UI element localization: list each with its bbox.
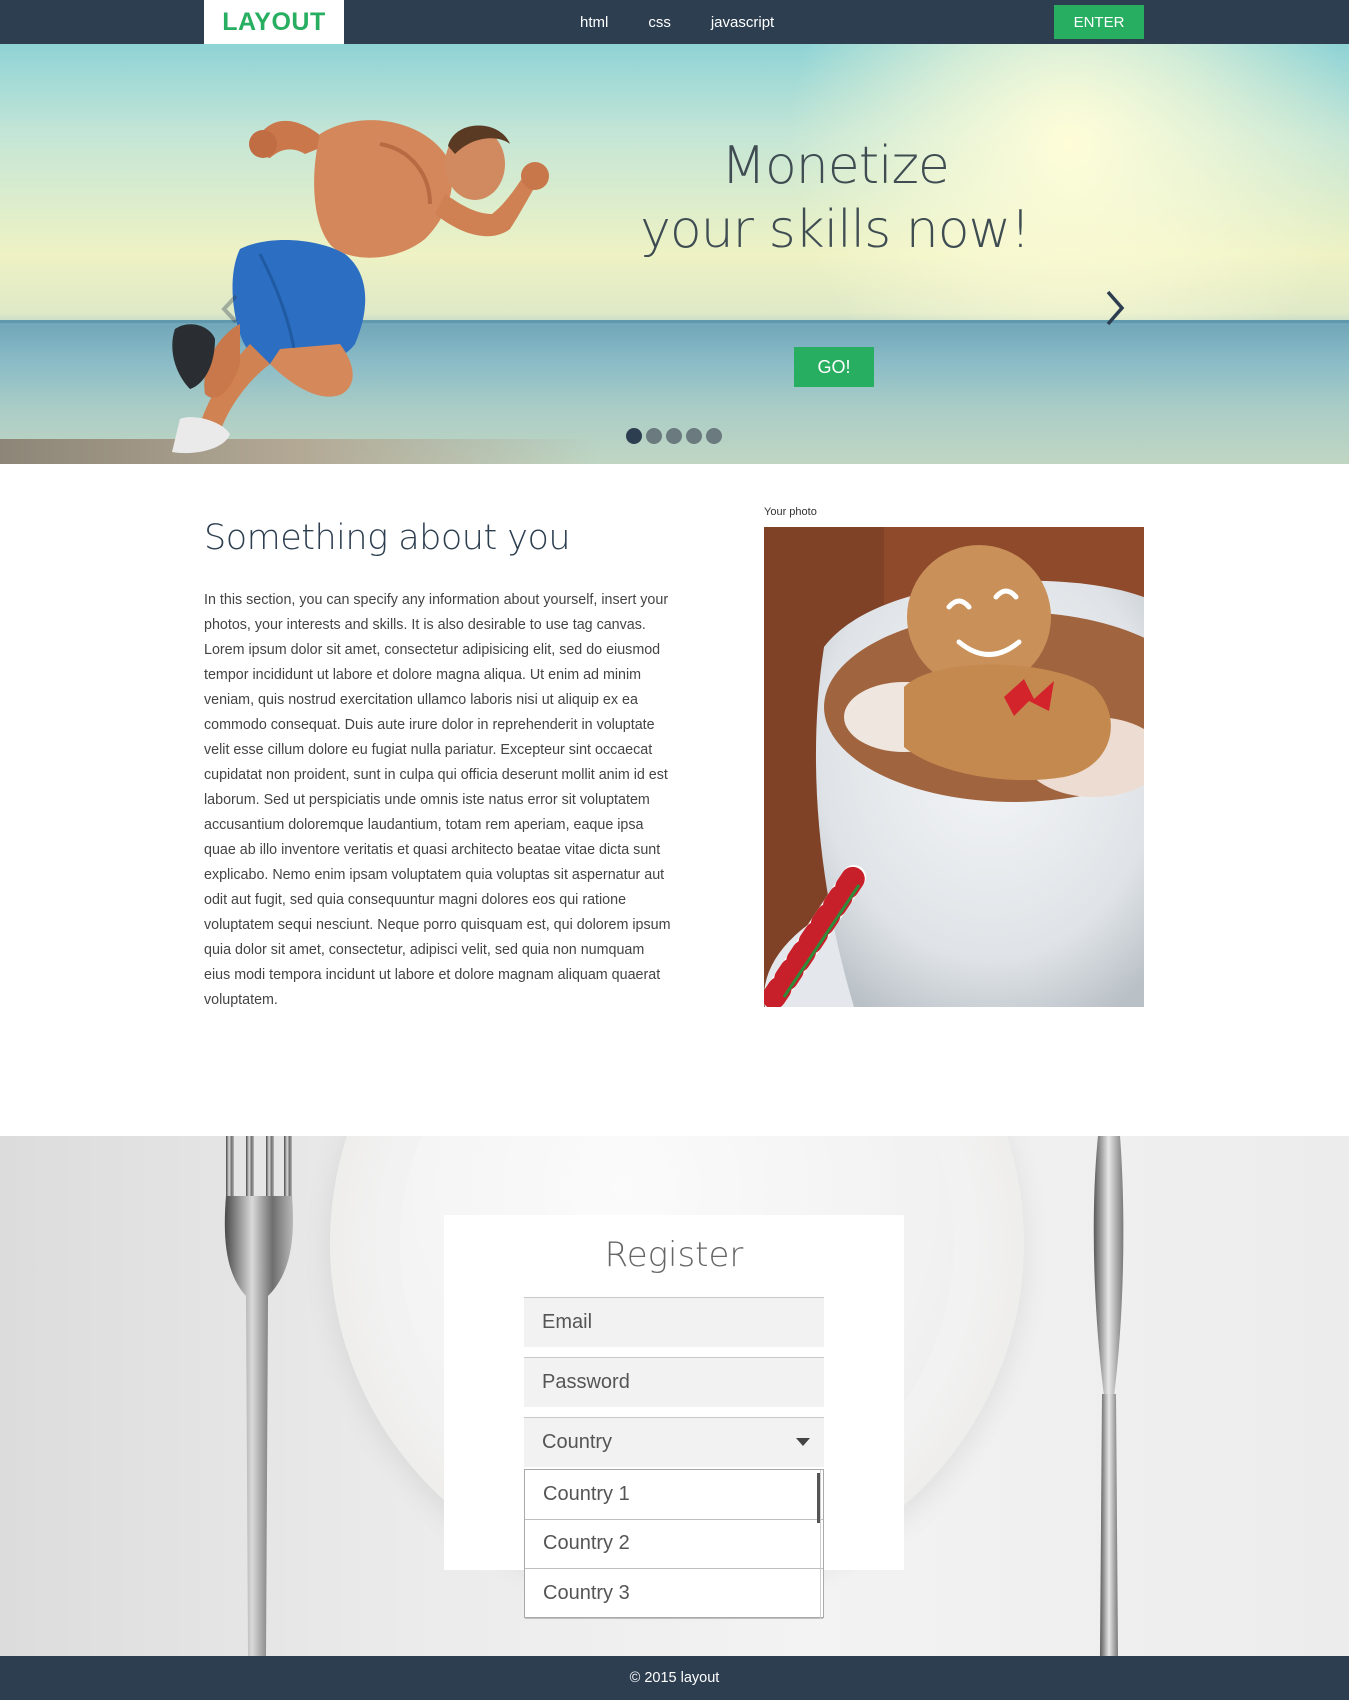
user-photo — [764, 527, 1144, 1007]
slider-dot[interactable] — [706, 428, 722, 444]
hero-headline-line1: Monetize — [721, 136, 950, 196]
register-title: Register — [604, 1235, 744, 1275]
chevron-right-icon[interactable] — [1102, 288, 1130, 328]
password-field[interactable]: Password — [524, 1357, 824, 1407]
country-select[interactable]: Country — [524, 1417, 824, 1467]
slider-dots — [626, 428, 722, 444]
hero-slider: Monetize your skills now! GO! — [0, 44, 1349, 464]
country-option[interactable]: Country 2 — [525, 1520, 823, 1569]
photo-label: Your photo — [764, 506, 817, 518]
main-nav: html css javascript — [560, 0, 794, 44]
country-dropdown-list: Country 1 Country 2 Country 3 — [524, 1469, 824, 1619]
knife-image — [1093, 1136, 1124, 1656]
go-button[interactable]: GO! — [794, 347, 874, 387]
caret-down-icon — [796, 1438, 810, 1446]
hero-headline-line2: your skills now! — [640, 200, 1031, 260]
footer: © 2015 layout — [0, 1656, 1349, 1700]
country-select-label: Country — [542, 1431, 613, 1453]
country-option[interactable]: Country 1 — [525, 1470, 823, 1520]
enter-button[interactable]: ENTER — [1054, 5, 1144, 39]
nav-link-javascript[interactable]: javascript — [691, 14, 794, 31]
nav-link-html[interactable]: html — [560, 14, 628, 31]
about-text: In this section, you can specify any inf… — [204, 588, 674, 1013]
chevron-left-icon[interactable] — [220, 294, 240, 324]
nav-link-css[interactable]: css — [628, 14, 691, 31]
runner-image — [172, 120, 549, 454]
top-navbar: LAYOUT html css javascript ENTER — [0, 0, 1349, 44]
country-option[interactable]: Country 3 — [525, 1569, 823, 1619]
hero-headline: Monetize your skills now! — [600, 134, 1070, 262]
about-title: Something about you — [204, 518, 571, 558]
slider-dot[interactable] — [646, 428, 662, 444]
slider-dot[interactable] — [626, 428, 642, 444]
dropdown-scrollbar[interactable] — [817, 1473, 820, 1523]
about-body: Lorem ipsum dolor sit amet, consectetur … — [204, 642, 671, 1008]
slider-dot[interactable] — [666, 428, 682, 444]
footer-copyright: © 2015 layout — [629, 1670, 720, 1686]
gingerbread-cup-image — [764, 527, 1144, 1007]
slider-dot[interactable] — [686, 428, 702, 444]
logo[interactable]: LAYOUT — [204, 0, 344, 44]
fork-image — [224, 1136, 293, 1656]
dropdown-scroll-track — [820, 1470, 821, 1619]
email-field[interactable]: Email — [524, 1297, 824, 1347]
about-intro: In this section, you can specify any inf… — [204, 592, 669, 633]
